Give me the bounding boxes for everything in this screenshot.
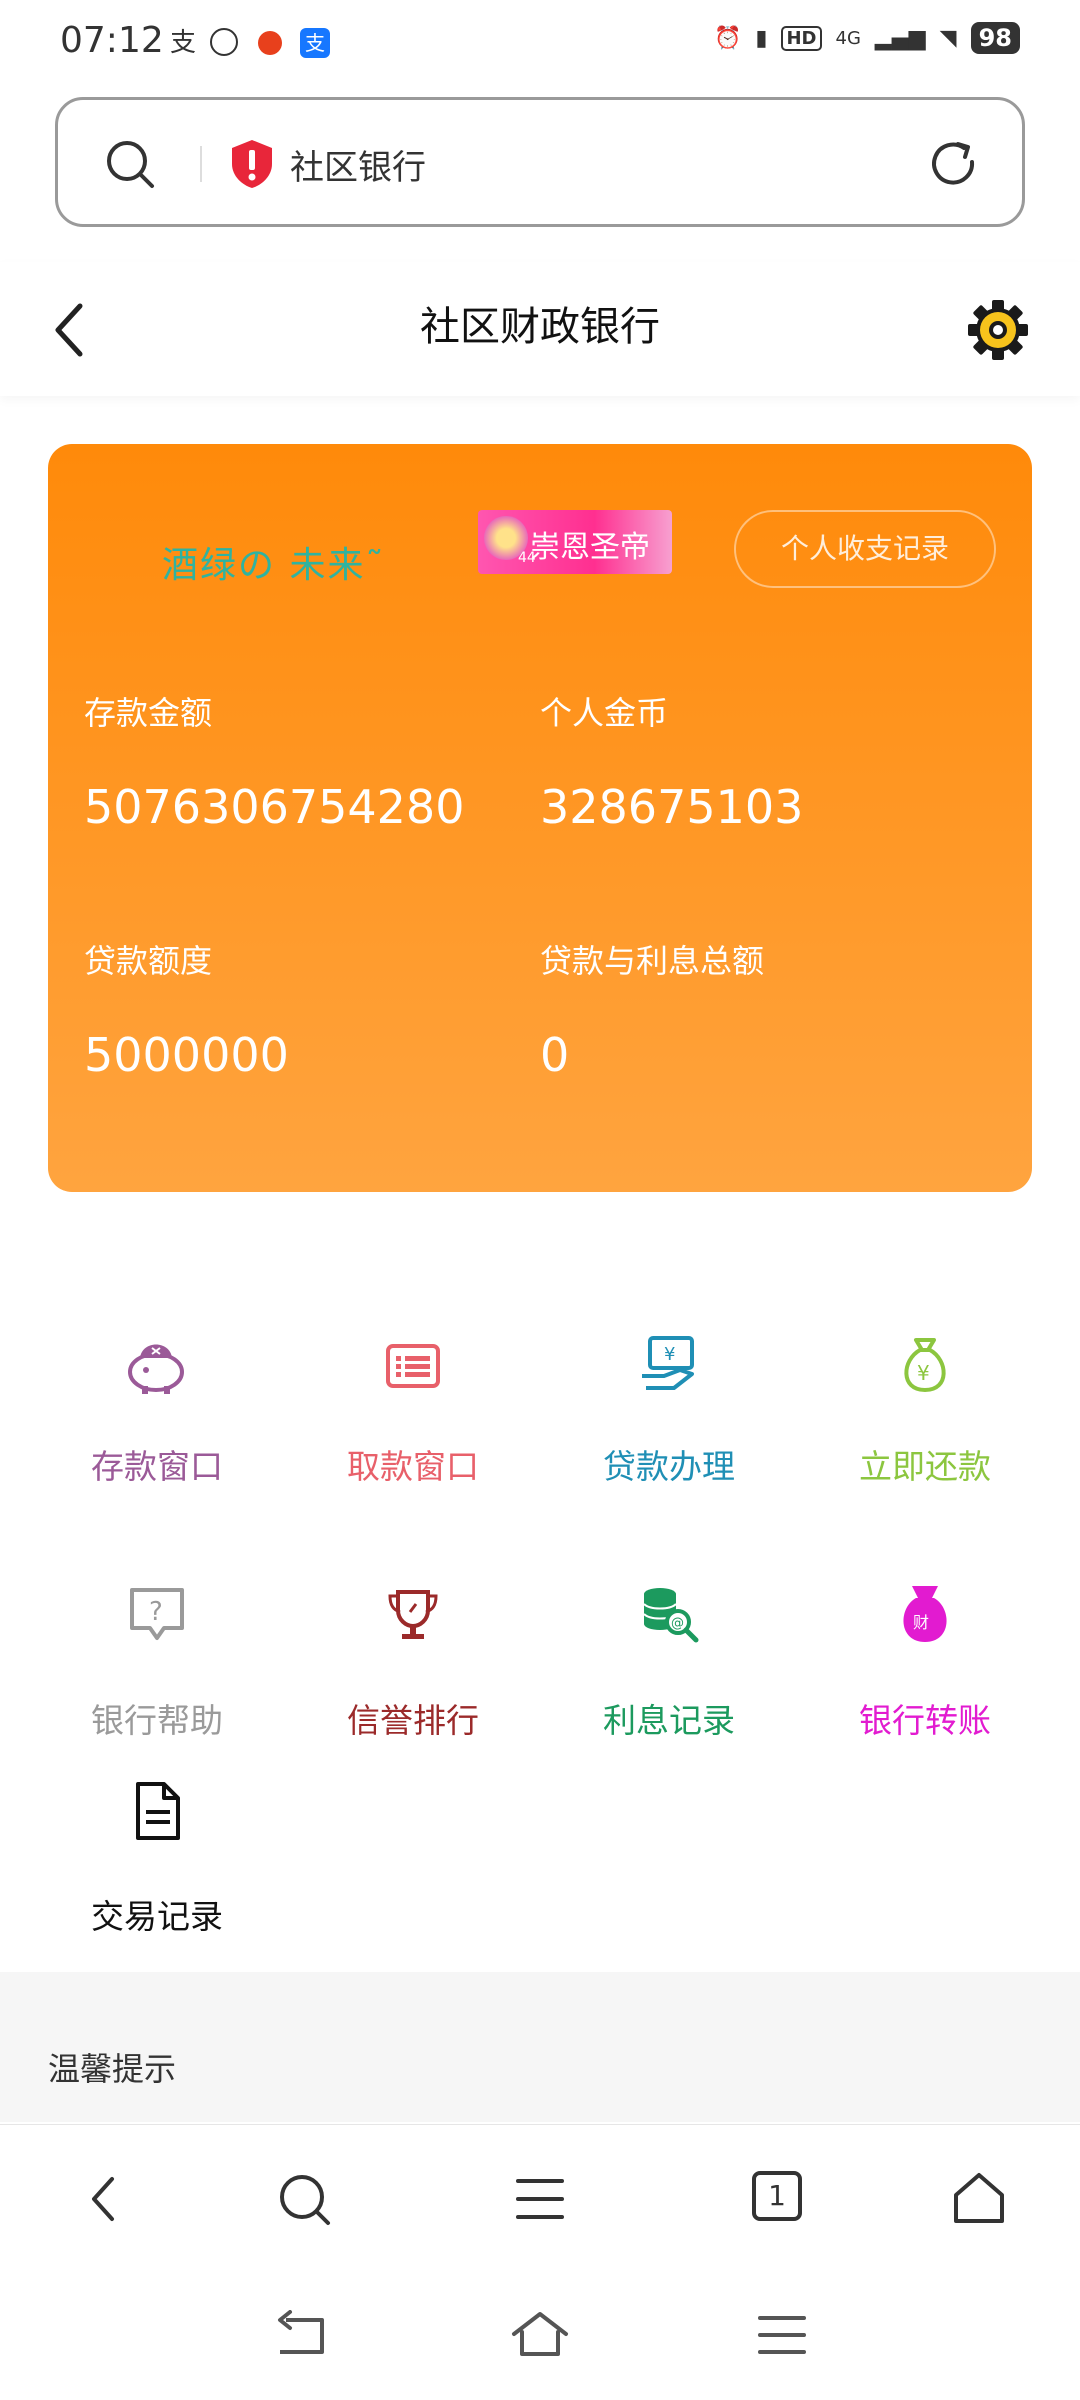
help-bubble-icon: ? <box>130 1588 184 1640</box>
list-card-icon <box>386 1344 440 1388</box>
piggy-bank-icon <box>128 1344 184 1394</box>
security-warning-icon[interactable] <box>228 138 276 190</box>
bank-help-label: 银行帮助 <box>91 1701 223 1740</box>
badge-text: 崇恩圣帝 <box>530 530 650 565</box>
deposit-amount-value: 5076306754280 <box>84 780 465 834</box>
document-icon <box>136 1782 180 1840</box>
svg-text:@: @ <box>671 1616 684 1631</box>
svg-text:?: ? <box>149 1597 163 1627</box>
browser-address-bar[interactable]: 社区银行 <box>55 97 1025 227</box>
loan-application-button[interactable]: ¥ 贷款办理 <box>534 1330 804 1490</box>
svg-text:财: 财 <box>913 1613 929 1632</box>
reload-icon[interactable] <box>928 138 980 190</box>
deposit-window-button[interactable]: 存款窗口 <box>22 1330 292 1490</box>
wifi-icon: ◥ <box>939 25 957 51</box>
coins-search-icon: @ <box>643 1588 699 1643</box>
browser-search-icon[interactable] <box>276 2171 332 2227</box>
signal-bars-icon: ▂▄▆ <box>874 25 926 51</box>
tips-title: 温馨提示 <box>48 2050 177 2088</box>
loan-limit-label: 贷款额度 <box>84 942 213 980</box>
page-header: 社区财政银行 <box>0 262 1080 396</box>
svg-text:¥: ¥ <box>917 1361 930 1385</box>
battery-icon: 98 <box>970 22 1020 54</box>
loan-limit-value: 5000000 <box>84 1028 289 1082</box>
repay-now-button[interactable]: ¥ 立即还款 <box>790 1330 1060 1490</box>
deposit-window-label: 存款窗口 <box>91 1447 223 1486</box>
personal-coins-value: 328675103 <box>540 780 804 834</box>
vibrate-icon: ▮ <box>755 25 768 51</box>
settings-gear-icon[interactable] <box>966 298 1030 362</box>
status-bar: 07:12 支 支 ⏰ ▮ HD 4G ▂▄▆ ◥ 98 <box>0 0 1080 86</box>
credit-ranking-button[interactable]: 信誉排行 <box>278 1580 548 1740</box>
transaction-records-button[interactable]: 交易记录 <box>22 1776 292 1936</box>
interest-records-label: 利息记录 <box>603 1701 735 1740</box>
browser-menu-icon[interactable] <box>514 2171 566 2227</box>
personal-records-button[interactable]: 个人收支记录 <box>734 510 996 588</box>
transaction-records-label: 交易记录 <box>91 1897 223 1936</box>
deposit-amount-label: 存款金额 <box>84 694 213 732</box>
withdraw-window-label: 取款窗口 <box>347 1447 479 1486</box>
cat-app-notification-icon <box>210 28 238 56</box>
repay-now-label: 立即还款 <box>859 1447 991 1486</box>
alipay-notification-icon: 支 <box>169 28 196 58</box>
loan-interest-total-label: 贷款与利息总额 <box>540 942 765 980</box>
page-title: 社区财政银行 <box>420 304 660 350</box>
browser-tabs-button[interactable]: 1 <box>752 2171 802 2221</box>
tips-section: 温馨提示 <box>0 1972 1080 2122</box>
account-summary-card: 酒绿の 未来˜ 44 崇恩圣帝 个人收支记录 存款金额 507630675428… <box>48 444 1032 1192</box>
loan-application-label: 贷款办理 <box>603 1447 735 1486</box>
search-icon[interactable] <box>104 138 156 190</box>
url-text[interactable]: 社区银行 <box>290 140 426 189</box>
credit-ranking-label: 信誉排行 <box>347 1701 479 1740</box>
personal-coins-label: 个人金币 <box>540 694 669 732</box>
signal-icon: 4G <box>835 27 861 49</box>
nav-home-icon[interactable] <box>510 2310 570 2360</box>
hd-icon: HD <box>781 25 822 51</box>
interest-records-button[interactable]: @ 利息记录 <box>534 1580 804 1740</box>
nav-recents-icon[interactable] <box>756 2310 808 2360</box>
divider <box>200 146 202 182</box>
user-title-badge: 44 崇恩圣帝 <box>478 510 672 574</box>
loan-interest-total-value: 0 <box>540 1028 570 1082</box>
app-notification-icon <box>258 31 282 55</box>
alipay-app-icon: 支 <box>300 28 330 58</box>
loan-hand-icon: ¥ <box>642 1336 694 1390</box>
status-indicators: ⏰ ▮ HD 4G ▂▄▆ ◥ 98 <box>714 22 1020 54</box>
trophy-icon <box>388 1590 438 1639</box>
money-bag-icon: ¥ <box>904 1338 946 1393</box>
svg-text:¥: ¥ <box>664 1344 675 1365</box>
browser-back-icon[interactable] <box>84 2171 124 2227</box>
browser-home-icon[interactable] <box>952 2171 1006 2227</box>
system-navigation-bar <box>0 2274 1080 2400</box>
bank-transfer-label: 银行转账 <box>859 1701 991 1740</box>
fortune-bag-icon: 财 <box>903 1586 947 1642</box>
user-name: 酒绿の 未来˜ <box>162 545 386 586</box>
bank-transfer-button[interactable]: 财 银行转账 <box>790 1580 1060 1740</box>
status-time: 07:12 <box>60 20 164 61</box>
alarm-icon: ⏰ <box>713 25 742 51</box>
bank-help-button[interactable]: ? 银行帮助 <box>22 1580 292 1740</box>
withdraw-window-button[interactable]: 取款窗口 <box>278 1330 548 1490</box>
nav-back-icon[interactable] <box>272 2310 328 2360</box>
browser-toolbar: 1 <box>0 2124 1080 2274</box>
